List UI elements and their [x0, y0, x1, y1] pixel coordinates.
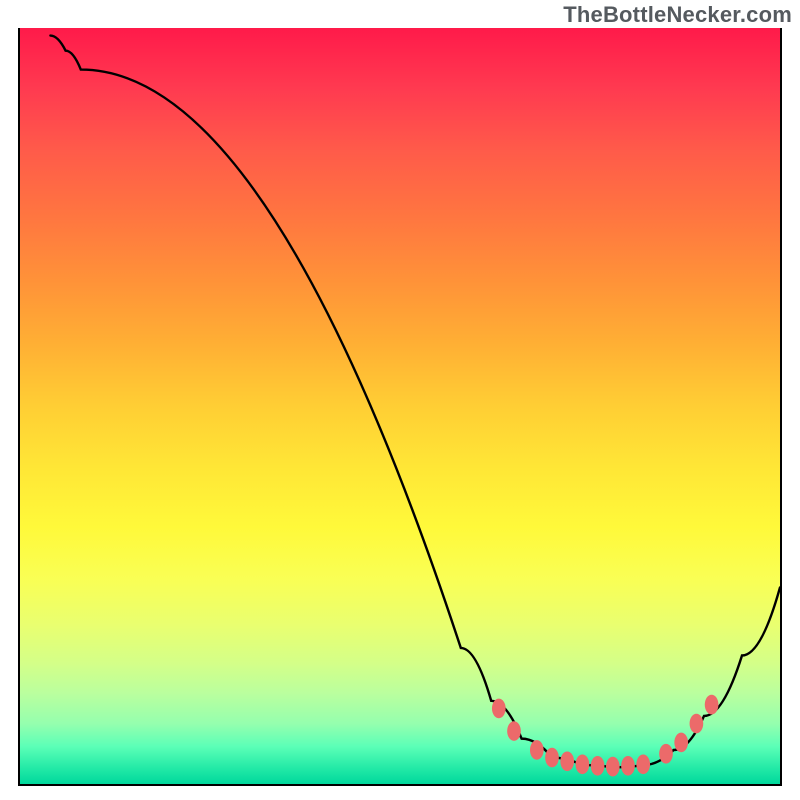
curve-marker	[659, 744, 673, 764]
watermark-text: TheBottleNecker.com	[563, 2, 792, 28]
curve-marker	[636, 755, 650, 775]
curve-marker	[507, 721, 521, 741]
chart-container: TheBottleNecker.com	[0, 0, 800, 800]
curve-marker	[591, 756, 605, 776]
curve-marker	[545, 748, 559, 768]
curve-marker	[674, 733, 688, 753]
curve-markers	[492, 695, 718, 777]
curve-marker	[690, 714, 704, 734]
curve-marker	[530, 740, 544, 760]
plot-area	[18, 28, 782, 786]
curve-marker	[621, 756, 635, 776]
curve-marker	[576, 755, 590, 775]
curve-marker	[560, 751, 574, 771]
curve-marker	[606, 757, 620, 777]
curve-marker	[705, 695, 719, 715]
chart-svg	[20, 28, 780, 784]
bottleneck-curve	[50, 36, 780, 768]
curve-marker	[492, 699, 506, 719]
